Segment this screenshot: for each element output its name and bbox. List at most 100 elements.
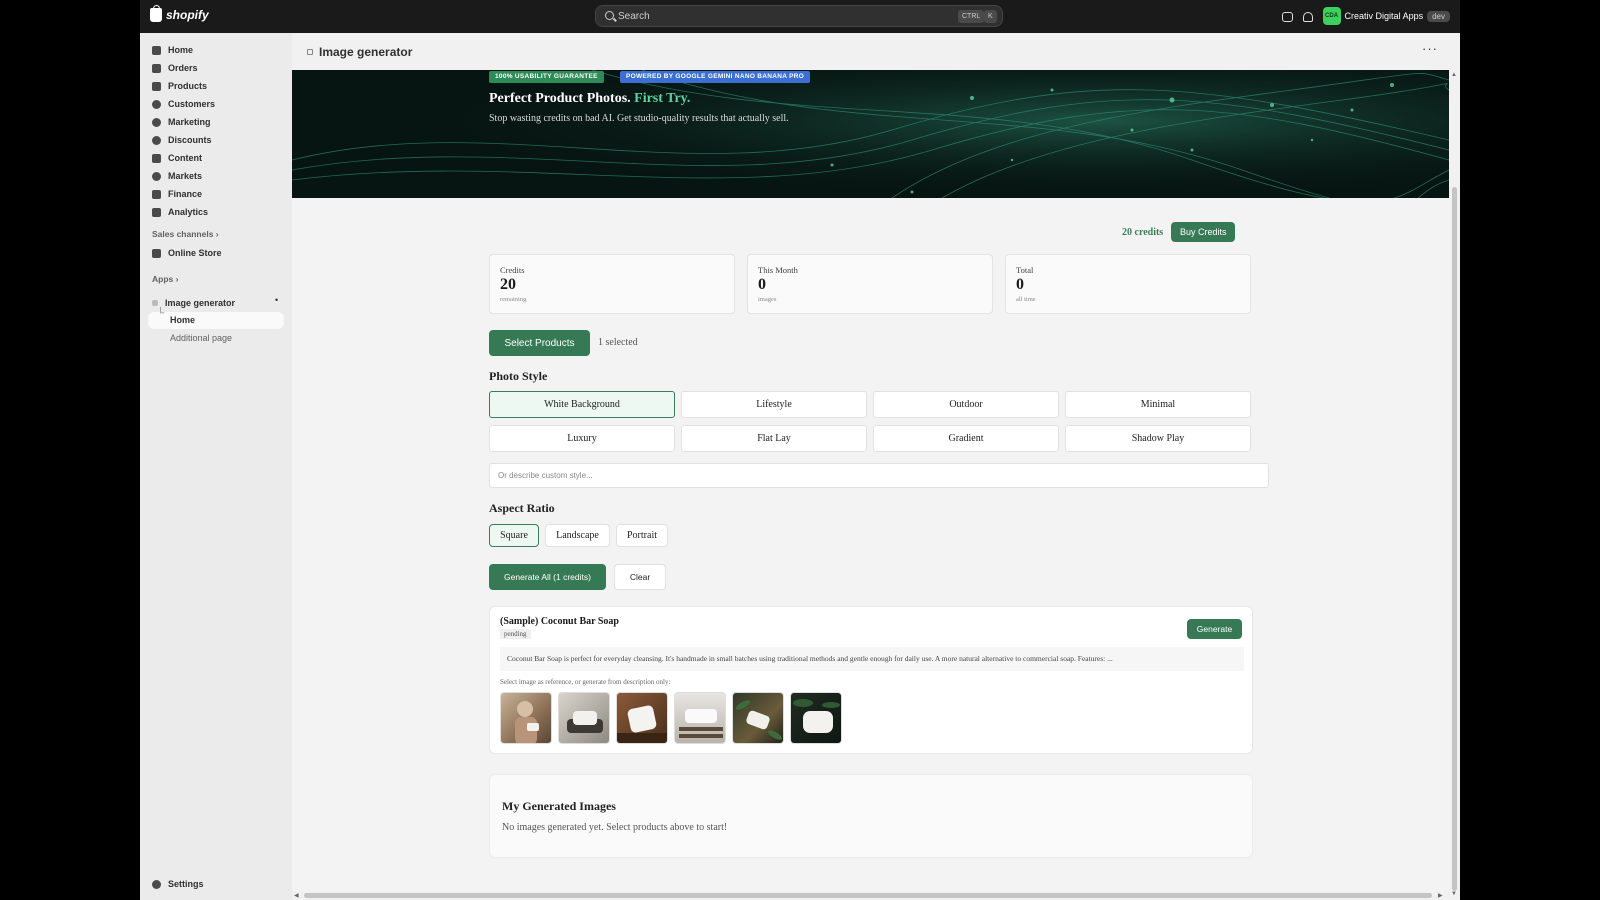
- sidebar-subitem-home-bg[interactable]: [148, 312, 284, 329]
- logo-text: shopify: [166, 8, 209, 22]
- hero-title-highlight: First Try.: [634, 91, 691, 106]
- app-grid-icon: [152, 300, 158, 306]
- sidebar-item-settings[interactable]: Settings: [152, 876, 204, 892]
- ratio-option-portrait[interactable]: Portrait: [616, 524, 668, 547]
- ratio-option-square[interactable]: Square: [489, 524, 539, 547]
- ratio-option-landscape[interactable]: Landscape: [545, 524, 610, 547]
- target-icon: [152, 117, 161, 127]
- shopify-logo[interactable]: shopify: [150, 5, 209, 22]
- buy-credits-button[interactable]: Buy Credits: [1171, 222, 1236, 242]
- network-background-graphic: [292, 70, 1449, 198]
- sidebar-item-finance[interactable]: Finance: [152, 186, 202, 202]
- scroll-up-icon[interactable]: ▲: [1451, 72, 1457, 78]
- style-option-outdoor[interactable]: Outdoor: [873, 391, 1059, 418]
- reference-image-4[interactable]: [674, 692, 726, 744]
- clear-button[interactable]: Clear: [614, 564, 666, 590]
- chevron-right-icon: ›: [175, 274, 179, 284]
- sidebar-item-orders[interactable]: Orders: [152, 60, 198, 76]
- sidebar-item-label: Products: [168, 81, 208, 91]
- hero-subtitle: Stop wasting credits on bad AI. Get stud…: [489, 113, 789, 124]
- avatar[interactable]: CDA: [1322, 7, 1341, 25]
- shopify-bag-icon: [150, 5, 162, 22]
- orders-icon: [152, 63, 161, 73]
- style-option-shadow-play[interactable]: Shadow Play: [1065, 425, 1251, 452]
- scroll-down-icon[interactable]: ▼: [1451, 891, 1457, 897]
- style-option-luxury[interactable]: Luxury: [489, 425, 675, 452]
- top-bar: shopify Search CTRL K CDA Creativ Digita…: [140, 0, 1460, 33]
- credits-row: 20 credits Buy Credits: [1122, 222, 1236, 242]
- sidebar-item-discounts[interactable]: Discounts: [152, 132, 212, 148]
- scroll-right-icon[interactable]: ▶: [1438, 892, 1443, 899]
- tree-connector-icon: └: [157, 308, 165, 319]
- reference-image-6[interactable]: [790, 692, 842, 744]
- store-name[interactable]: Creativ Digital Apps: [1345, 11, 1424, 21]
- gear-icon: [152, 879, 161, 889]
- topbar-actions: CDA Creativ Digital Apps dev: [1281, 7, 1450, 25]
- pin-dot-icon[interactable]: •: [275, 295, 278, 305]
- reference-image-2[interactable]: [558, 692, 610, 744]
- scroll-left-icon[interactable]: ◀: [294, 892, 299, 899]
- stat-sub: images: [758, 296, 777, 303]
- gallery-empty-state: No images generated yet. Select products…: [502, 822, 728, 833]
- sidebar-item-products[interactable]: Products: [152, 78, 207, 94]
- store-icon[interactable]: [1281, 12, 1293, 22]
- style-option-gradient[interactable]: Gradient: [873, 425, 1059, 452]
- style-option-minimal[interactable]: Minimal: [1065, 391, 1251, 418]
- sidebar-item-label: Discounts: [168, 135, 212, 145]
- horizontal-scrollbar[interactable]: ◀ ▶: [292, 891, 1449, 900]
- sidebar-item-markets[interactable]: Markets: [152, 168, 202, 184]
- chevron-right-icon: ›: [215, 229, 219, 239]
- sidebar-item-label: Analytics: [168, 207, 209, 217]
- horizontal-scroll-thumb[interactable]: [304, 893, 1432, 898]
- style-option-white-background[interactable]: White Background: [489, 391, 675, 418]
- sales-channels-heading[interactable]: Sales channels ›: [152, 229, 219, 239]
- content-icon: [152, 153, 161, 163]
- bell-icon[interactable]: [1302, 12, 1313, 22]
- page-title: Image generator: [319, 45, 413, 59]
- more-actions-icon[interactable]: ···: [1422, 41, 1438, 56]
- custom-style-input[interactable]: Or describe custom style...: [489, 463, 1269, 488]
- main-panel: Image generator ··· 100% USABILITY GUARA…: [292, 33, 1460, 900]
- app-icon: [307, 49, 313, 55]
- stat-card-credits: Credits 20 remaining: [489, 254, 735, 314]
- status-badge: pending: [500, 629, 531, 639]
- sidebar-item-image-generator[interactable]: Image generator: [152, 295, 235, 311]
- reference-image-3[interactable]: [616, 692, 668, 744]
- style-option-lifestyle[interactable]: Lifestyle: [681, 391, 867, 418]
- style-option-flat-lay[interactable]: Flat Lay: [681, 425, 867, 452]
- stat-label: Credits: [500, 265, 525, 275]
- stat-sub: remaining: [500, 296, 527, 303]
- search-input[interactable]: Search CTRL K: [595, 5, 1003, 27]
- sidebar-item-online-store[interactable]: Online Store: [152, 245, 222, 261]
- vertical-scroll-thumb[interactable]: [1452, 187, 1457, 891]
- tag-icon: [152, 81, 161, 91]
- generate-button[interactable]: Generate: [1187, 619, 1242, 639]
- powered-by-badge: POWERED BY GOOGLE GEMINI NANO BANANA PRO: [620, 71, 811, 83]
- sidebar-item-customers[interactable]: Customers: [152, 96, 215, 112]
- search-icon: [605, 11, 614, 20]
- soap-on-dark-leaves-image: [793, 699, 840, 733]
- sidebar-item-home[interactable]: Home: [152, 42, 193, 58]
- usability-guarantee-badge: 100% USABILITY GUARANTEE: [489, 71, 604, 83]
- sidebar-subitem-home[interactable]: Home: [170, 315, 195, 325]
- gallery-title: My Generated Images: [502, 799, 616, 813]
- apps-heading[interactable]: Apps ›: [152, 274, 178, 284]
- sidebar-item-content[interactable]: Content: [152, 150, 202, 166]
- stat-value: 20: [500, 276, 516, 293]
- reference-image-5[interactable]: [732, 692, 784, 744]
- select-products-button[interactable]: Select Products: [489, 330, 590, 356]
- sidebar-item-analytics[interactable]: Analytics: [152, 204, 208, 220]
- product-card: (Sample) Coconut Bar Soap pending Genera…: [489, 606, 1253, 754]
- shortcut-key-k: K: [984, 10, 997, 23]
- photo-style-heading: Photo Style: [489, 369, 548, 383]
- sidebar-item-marketing[interactable]: Marketing: [152, 114, 211, 130]
- vertical-scrollbar[interactable]: ▲ ▼: [1449, 70, 1460, 900]
- stat-card-this-month: This Month 0 images: [747, 254, 993, 314]
- app-content: 20 credits Buy Credits Credits 20 remain…: [292, 198, 1449, 900]
- generate-all-button[interactable]: Generate All (1 credits): [489, 564, 606, 590]
- reference-image-1[interactable]: [500, 692, 552, 744]
- product-name: (Sample) Coconut Bar Soap: [500, 616, 619, 627]
- sidebar-subitem-additional-page[interactable]: Additional page: [170, 333, 232, 343]
- sidebar-item-label: Marketing: [168, 117, 211, 127]
- storefront-icon: [152, 248, 161, 258]
